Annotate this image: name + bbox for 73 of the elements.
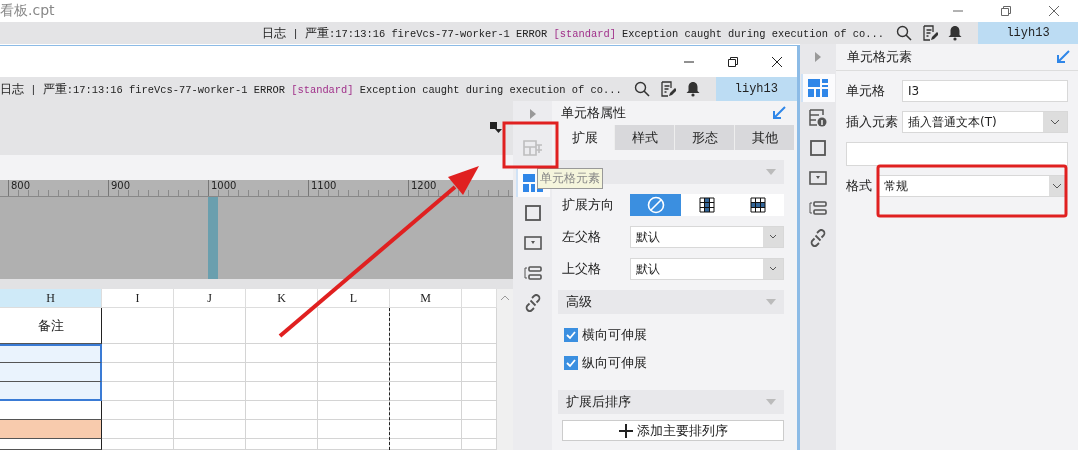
chevron-icon xyxy=(1049,176,1065,196)
chevron-icon xyxy=(763,227,783,247)
column-grid-icon xyxy=(699,197,715,213)
ruler-label: 1000 xyxy=(208,180,308,196)
text-field[interactable] xyxy=(846,142,1068,166)
add-sort-button[interactable]: 添加主要排列序 xyxy=(562,420,784,441)
cell-field[interactable]: I3 xyxy=(902,80,1068,102)
field-label: 左父格 xyxy=(562,228,602,246)
insert-element-dropdown[interactable]: 插入普通文本(T) xyxy=(902,111,1068,133)
collapse-arrow-icon[interactable] xyxy=(772,106,786,120)
tab[interactable]: 扩展 xyxy=(554,125,614,150)
caret-icon xyxy=(766,399,776,405)
panel-title: 单元格属性 xyxy=(561,104,626,122)
table-cell[interactable] xyxy=(0,420,102,439)
collapse-arrow-icon[interactable] xyxy=(1056,50,1070,64)
field-label: 格式 xyxy=(846,177,873,195)
chevron-icon xyxy=(1043,112,1067,132)
close-icon[interactable] xyxy=(771,55,783,68)
tab[interactable]: 其他 xyxy=(734,125,794,150)
field-label: 扩展方向 xyxy=(562,196,615,214)
table-cell[interactable] xyxy=(0,439,102,450)
checkbox-label: 横向可伸展 xyxy=(582,326,647,344)
chevron-icon xyxy=(763,259,783,279)
ruler-label: 1100 xyxy=(308,180,408,196)
ruler-label: 900 xyxy=(108,180,208,196)
log-message[interactable]: 日志 | 严重:17:13:16 fireVcs-77-worker-1 ERROR [standard] Exception caught during execution of co... xyxy=(262,24,884,42)
table-cell[interactable] xyxy=(0,344,102,363)
log-message[interactable]: 日志 | 严重:17:13:16 fireVcs-77-worker-1 ERROR [standard] Exception caught during execution of co... xyxy=(0,80,622,98)
table-cell[interactable] xyxy=(0,382,102,401)
search-icon[interactable] xyxy=(896,25,912,41)
column-header[interactable]: H xyxy=(0,289,102,308)
no-entry-icon xyxy=(646,196,665,214)
field-label: 上父格 xyxy=(562,260,602,278)
search-icon[interactable] xyxy=(633,81,650,97)
expand-arrow-icon[interactable] xyxy=(815,52,821,62)
grid-icon[interactable] xyxy=(801,74,835,102)
caret-icon xyxy=(766,299,776,305)
bell-icon[interactable] xyxy=(948,25,962,41)
column-header[interactable]: J xyxy=(174,289,246,308)
top-parent-dropdown[interactable]: 默认 xyxy=(630,258,784,280)
field-label: 单元格 xyxy=(846,82,886,100)
highlight-frame xyxy=(502,121,559,169)
notes-icon[interactable] xyxy=(659,81,676,97)
expand-arrow-icon[interactable] xyxy=(529,109,536,119)
column-header[interactable]: M xyxy=(390,289,462,308)
scroll-up-icon[interactable] xyxy=(500,295,510,301)
format-dropdown[interactable]: 常规 xyxy=(878,175,1066,197)
tab[interactable]: 形态 xyxy=(674,125,734,150)
window-title: 看板.cpt xyxy=(0,2,55,20)
row-grid-icon xyxy=(750,197,767,213)
caret-icon xyxy=(766,169,776,175)
restore-icon[interactable] xyxy=(727,55,739,68)
column-header[interactable]: I xyxy=(102,289,174,308)
field-label: 插入元素 xyxy=(846,113,899,131)
tab[interactable]: 样式 xyxy=(614,125,674,150)
column-header[interactable]: K xyxy=(246,289,318,308)
section-header[interactable]: 扩展后排序 xyxy=(558,390,784,414)
notes-icon[interactable] xyxy=(922,25,938,41)
tooltip: 单元格元素 xyxy=(537,168,603,189)
plus-icon xyxy=(618,423,633,438)
format-painter-icon[interactable] xyxy=(490,122,502,134)
section-header[interactable]: 高级 xyxy=(558,290,784,314)
checkbox[interactable] xyxy=(564,328,578,342)
panel-title: 单元格元素 xyxy=(847,48,912,66)
left-parent-dropdown[interactable]: 默认 xyxy=(630,226,784,248)
checkbox-label: 纵向可伸展 xyxy=(582,354,647,372)
user-name[interactable]: liyh13 xyxy=(715,77,797,101)
column-header[interactable]: L xyxy=(318,289,390,308)
ruler-label: 800 xyxy=(8,180,108,196)
table-cell[interactable] xyxy=(0,363,102,382)
user-name[interactable]: liyh13 xyxy=(978,22,1078,44)
checkbox[interactable] xyxy=(564,356,578,370)
bell-icon[interactable] xyxy=(685,81,700,97)
